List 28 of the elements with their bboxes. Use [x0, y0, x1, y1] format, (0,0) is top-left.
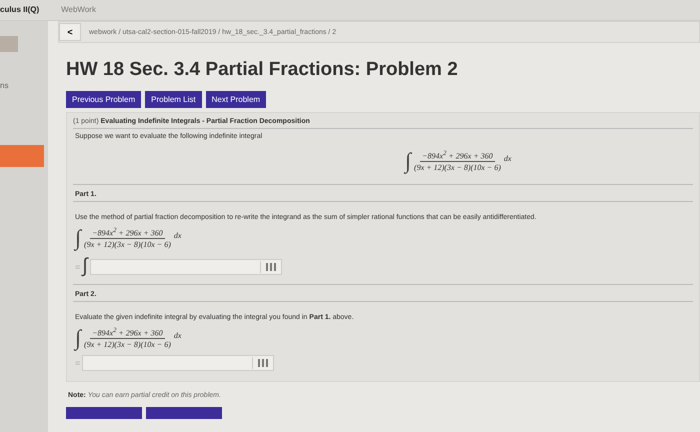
- browser-tab[interactable]: culus II(Q): [0, 0, 48, 20]
- numerator: −894x$^{2}$ + 296x + 360: [90, 326, 165, 340]
- sidebar-highlight: [0, 145, 44, 167]
- numerator: −894x$^{2}$ + 296x + 360: [420, 150, 495, 162]
- answer-field[interactable]: [82, 355, 274, 371]
- equals-sign: =: [75, 358, 80, 368]
- sidebar-block: [0, 36, 18, 52]
- submit-button[interactable]: [66, 407, 142, 419]
- answer-field[interactable]: [90, 258, 282, 274]
- equals-sign: =: [75, 262, 80, 272]
- back-button[interactable]: <: [59, 23, 81, 41]
- sidebar-label: ns: [0, 81, 8, 90]
- integral-sign: ∫: [75, 325, 82, 351]
- integral-sign: ∫: [75, 225, 82, 251]
- differential: dx: [174, 230, 182, 240]
- submit-button[interactable]: [146, 407, 222, 419]
- numerator: −894x$^{2}$ + 296x + 360: [90, 226, 165, 240]
- denominator: (9x + 12)(3x − 8)(10x − 6): [84, 339, 171, 350]
- denominator: (9x + 12)(3x − 8)(10x − 6): [414, 162, 501, 172]
- differential: dx: [504, 154, 512, 162]
- integral-sign: ∫: [82, 255, 88, 278]
- nav-button[interactable]: Problem List: [145, 91, 202, 108]
- nav-button[interactable]: Next Problem: [206, 91, 266, 108]
- nav-button[interactable]: Previous Problem: [66, 91, 142, 108]
- differential: dx: [174, 330, 182, 340]
- integral-sign: ∫: [405, 148, 412, 174]
- page-title: HW 18 Sec. 3.4 Partial Fractions: Problem 2: [66, 59, 459, 81]
- denominator: (9x + 12)(3x − 8)(10x − 6): [84, 239, 171, 250]
